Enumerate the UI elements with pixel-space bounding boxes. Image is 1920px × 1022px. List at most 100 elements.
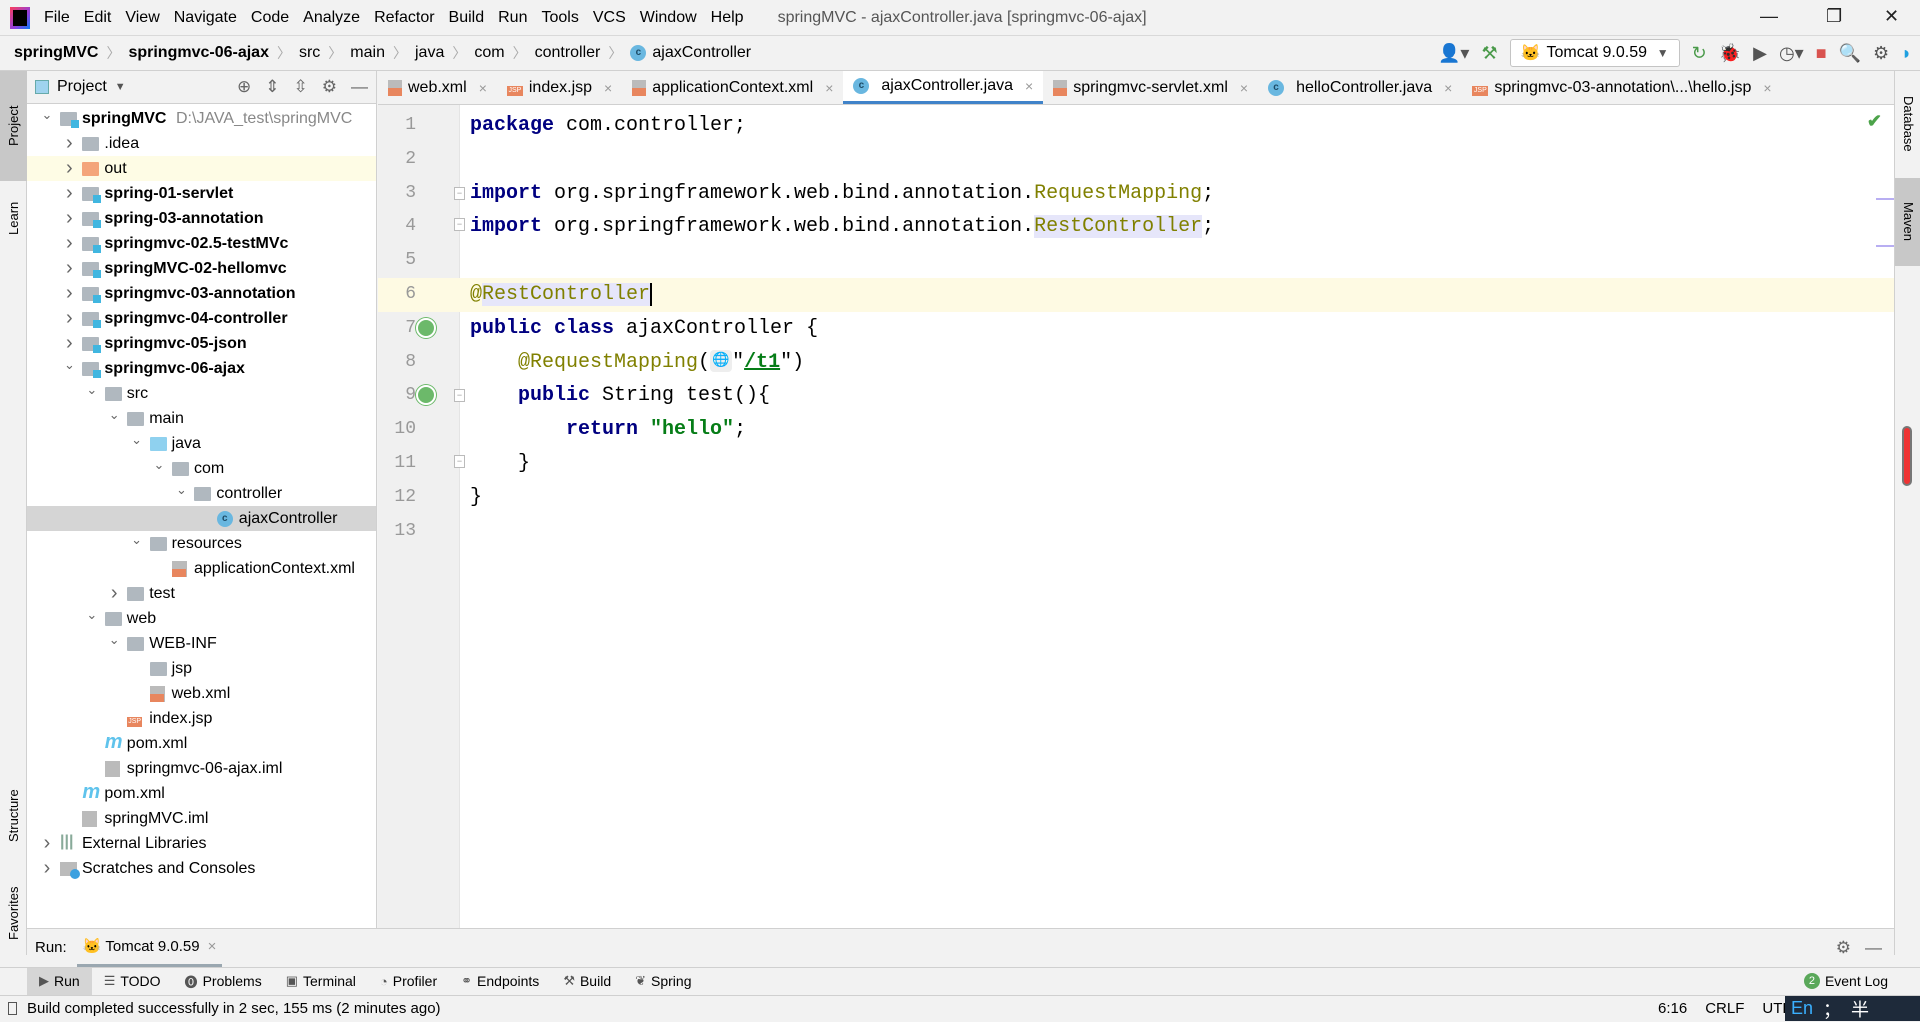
- tree-item[interactable]: ⌄ springmvc-06-ajax: [27, 356, 376, 381]
- chevron-down-icon[interactable]: ⌄: [62, 357, 76, 373]
- tree-item[interactable]: › springmvc-03-annotation: [27, 281, 376, 306]
- tree-item[interactable]: web.xml: [27, 681, 376, 706]
- tree-item[interactable]: › springmvc-04-controller: [27, 306, 376, 331]
- chevron-right-icon[interactable]: ›: [40, 832, 54, 855]
- chevron-right-icon[interactable]: ›: [40, 857, 54, 880]
- code-editor[interactable]: package com.controller; import org.spring…: [378, 105, 1894, 928]
- chevron-right-icon[interactable]: ›: [62, 157, 76, 180]
- project-view-selector[interactable]: Project: [57, 78, 107, 96]
- tree-item[interactable]: c ajaxController: [27, 506, 376, 531]
- tree-item[interactable]: › Scratches and Consoles: [27, 856, 376, 881]
- chevron-down-icon[interactable]: ⌄: [85, 382, 99, 398]
- user-icon[interactable]: 👤▾: [1438, 43, 1469, 64]
- breadcrumb-item[interactable]: controller: [535, 43, 601, 63]
- editor-tab[interactable]: JSP springmvc-03-annotation\...\hello.jsp…: [1462, 71, 1781, 104]
- tree-item[interactable]: › springmvc-05-json: [27, 331, 376, 356]
- menu-window[interactable]: Window: [640, 9, 697, 27]
- run-config-dropdown[interactable]: 🐱 Tomcat 9.0.59 ▼: [1509, 39, 1680, 67]
- fold-icon[interactable]: −: [454, 389, 465, 403]
- tree-item[interactable]: springMVC.iml: [27, 806, 376, 831]
- chevron-right-icon[interactable]: ›: [62, 257, 76, 280]
- fold-icon[interactable]: −: [454, 186, 465, 200]
- debug-icon[interactable]: 🐞: [1719, 43, 1741, 64]
- tree-item[interactable]: ⌄ controller: [27, 481, 376, 506]
- tree-item[interactable]: m pom.xml: [27, 781, 376, 806]
- coverage-icon[interactable]: ▶: [1753, 43, 1767, 64]
- tree-item[interactable]: ⌄ springMVC D:\JAVA_test\springMVC: [27, 106, 376, 131]
- tree-item[interactable]: › spring-01-servlet: [27, 181, 376, 206]
- tree-item[interactable]: jsp: [27, 656, 376, 681]
- tool-window-profiler[interactable]: ◔ Profiler: [368, 968, 449, 995]
- close-button[interactable]: ✕: [1884, 6, 1899, 27]
- error-stripe-mark[interactable]: [1876, 198, 1894, 200]
- expand-all-icon[interactable]: ⇕: [265, 77, 279, 97]
- globe-icon[interactable]: 🌐: [710, 350, 733, 373]
- tool-window-terminal[interactable]: ▣ Terminal: [274, 968, 368, 995]
- chevron-right-icon[interactable]: ›: [62, 207, 76, 230]
- chevron-right-icon[interactable]: ›: [107, 582, 121, 605]
- run-tab-tomcat[interactable]: 🐱 Tomcat 9.0.59 ×: [76, 929, 223, 967]
- error-stripe-mark[interactable]: [1876, 245, 1894, 247]
- menu-view[interactable]: View: [125, 9, 159, 27]
- editor-tab[interactable]: web.xml ×: [378, 71, 497, 104]
- chevron-right-icon[interactable]: ›: [62, 132, 76, 155]
- chevron-down-icon[interactable]: ⌄: [174, 482, 188, 498]
- stripe-tab-project[interactable]: Project: [0, 71, 27, 181]
- tree-item[interactable]: m pom.xml: [27, 731, 376, 756]
- menu-vcs[interactable]: VCS: [593, 9, 626, 27]
- chevron-down-icon[interactable]: ⌄: [107, 632, 121, 648]
- chevron-right-icon[interactable]: ›: [62, 282, 76, 305]
- tree-item[interactable]: ⌄ WEB-INF: [27, 631, 376, 656]
- editor-tab[interactable]: applicationContext.xml ×: [622, 71, 843, 104]
- tool-window-endpoints[interactable]: ⚭ Endpoints: [449, 968, 551, 995]
- tree-item[interactable]: › spring-03-annotation: [27, 206, 376, 231]
- ime-indicator[interactable]: En ； 半: [1785, 996, 1920, 1021]
- breadcrumb-item[interactable]: java: [415, 43, 444, 63]
- event-log-button[interactable]: 2 Event Log: [1792, 968, 1900, 995]
- close-tab-icon[interactable]: ×: [1444, 80, 1452, 96]
- stripe-tab-favorites[interactable]: Favorites: [0, 871, 27, 955]
- menu-help[interactable]: Help: [711, 9, 744, 27]
- toolbox-logo-icon[interactable]: ◗: [1901, 43, 1912, 64]
- menu-code[interactable]: Code: [251, 9, 289, 27]
- tree-item[interactable]: JSP index.jsp: [27, 706, 376, 731]
- tree-item[interactable]: › springMVC-02-hellomvc: [27, 256, 376, 281]
- tree-item[interactable]: ⌄ java: [27, 431, 376, 456]
- tool-window-build[interactable]: ⚒ Build: [551, 968, 623, 995]
- gear-icon[interactable]: ⚙: [322, 77, 337, 97]
- menu-build[interactable]: Build: [449, 9, 485, 27]
- breadcrumb-item[interactable]: main: [350, 43, 385, 63]
- tree-item[interactable]: › .idea: [27, 131, 376, 156]
- tree-item[interactable]: › out: [27, 156, 376, 181]
- breadcrumb-item[interactable]: springMVC: [14, 43, 98, 63]
- unfold-icon[interactable]: −: [454, 455, 465, 468]
- search-icon[interactable]: 🔍: [1839, 43, 1861, 64]
- collapse-all-icon[interactable]: ⇳: [294, 77, 308, 97]
- tree-item[interactable]: ⌄ resources: [27, 531, 376, 556]
- chevron-right-icon[interactable]: ›: [62, 307, 76, 330]
- menu-edit[interactable]: Edit: [84, 9, 112, 27]
- gear-icon[interactable]: ⚙: [1836, 938, 1851, 958]
- chevron-down-icon[interactable]: ⌄: [152, 457, 166, 473]
- chevron-right-icon[interactable]: ›: [62, 232, 76, 255]
- tree-item[interactable]: › test: [27, 581, 376, 606]
- close-tab-icon[interactable]: ×: [604, 80, 612, 96]
- hide-icon[interactable]: —: [1865, 938, 1882, 958]
- memory-indicator[interactable]: [1902, 426, 1912, 486]
- chevron-right-icon[interactable]: ›: [62, 182, 76, 205]
- breadcrumb-item[interactable]: c ajaxController: [630, 43, 751, 63]
- status-message[interactable]: Build completed successfully in 2 sec, 1…: [27, 1000, 441, 1017]
- inspection-ok-icon[interactable]: ✔: [1867, 111, 1882, 132]
- breadcrumb-item[interactable]: com: [474, 43, 504, 63]
- stripe-tab-database[interactable]: Database: [1895, 71, 1920, 176]
- menu-tools[interactable]: Tools: [541, 9, 578, 27]
- tree-item[interactable]: ⌄ main: [27, 406, 376, 431]
- locate-icon[interactable]: ⊕: [237, 77, 251, 97]
- build-hammer-icon[interactable]: ⚒: [1481, 43, 1497, 64]
- tree-item[interactable]: ⌄ src: [27, 381, 376, 406]
- editor-tab[interactable]: JSP index.jsp ×: [497, 71, 622, 104]
- menu-navigate[interactable]: Navigate: [174, 9, 237, 27]
- close-tab-icon[interactable]: ×: [825, 80, 833, 96]
- stop-icon[interactable]: ■: [1816, 43, 1827, 64]
- menu-file[interactable]: File: [44, 9, 70, 27]
